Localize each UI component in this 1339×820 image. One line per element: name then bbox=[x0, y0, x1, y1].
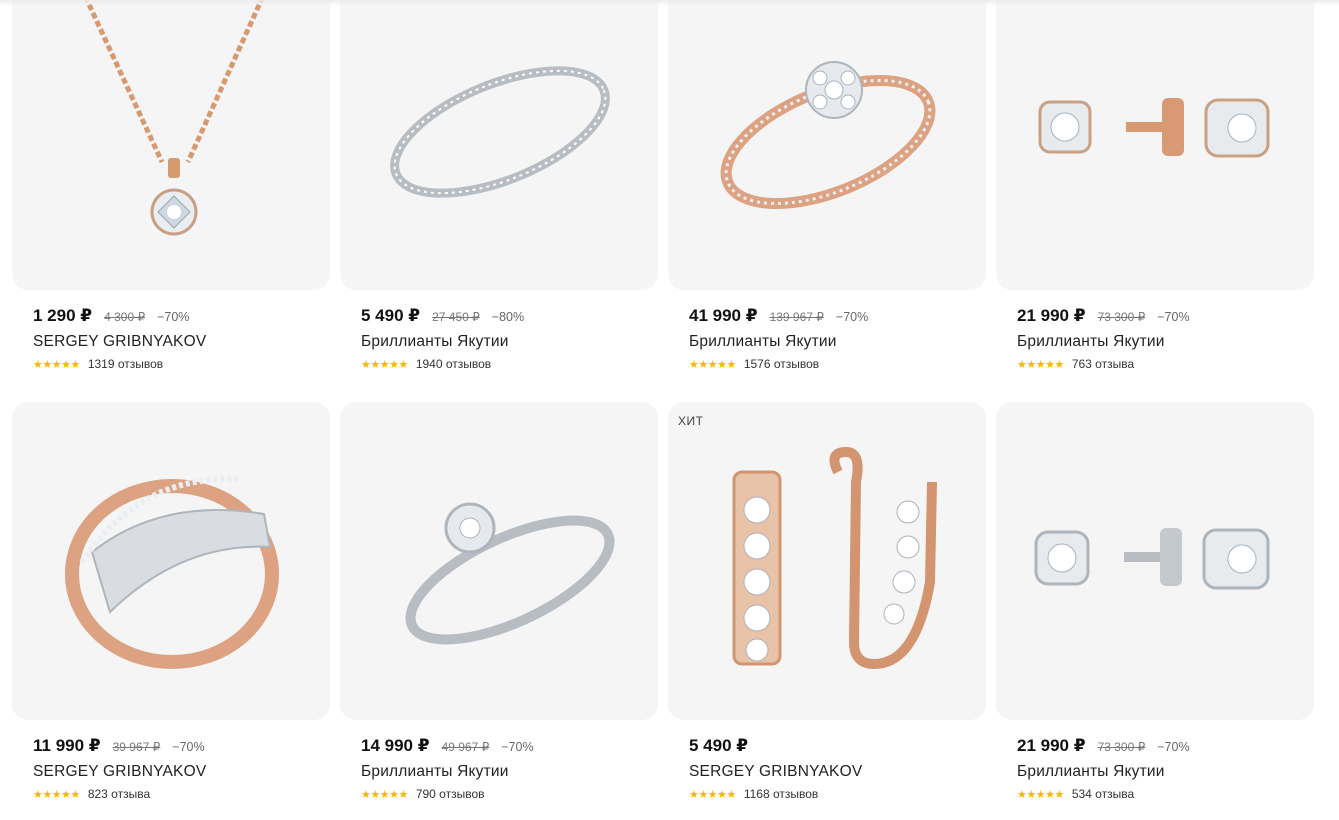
discount: −70% bbox=[1157, 310, 1190, 324]
product-card[interactable]: 21 990 ₽ 73 300 ₽ −70% Бриллианты Якутии… bbox=[996, 0, 1314, 402]
old-price: 73 300 ₽ bbox=[1097, 310, 1146, 324]
silver-stud-earrings-icon bbox=[1034, 528, 1270, 590]
product-photo[interactable]: ХИТ bbox=[668, 402, 986, 720]
price: 41 990 ₽ bbox=[689, 306, 758, 325]
review-count[interactable]: 823 отзыва bbox=[88, 787, 150, 801]
product-card[interactable]: 11 990 ₽ 39 967 ₽ −70% SERGEY GRIBNYAKOV… bbox=[12, 402, 330, 820]
price: 5 490 ₽ bbox=[689, 736, 749, 755]
brand-name[interactable]: SERGEY GRIBNYAKOV bbox=[689, 763, 986, 781]
old-price: 73 300 ₽ bbox=[1097, 740, 1146, 754]
star-rating-icon: ★★★★★ bbox=[689, 788, 736, 801]
product-photo[interactable] bbox=[12, 402, 330, 720]
brand-name[interactable]: Бриллианты Якутии bbox=[361, 763, 658, 781]
product-card[interactable]: 41 990 ₽ 139 967 ₽ −70% Бриллианты Якути… bbox=[668, 0, 986, 402]
price: 21 990 ₽ bbox=[1017, 306, 1086, 325]
discount: −80% bbox=[491, 310, 525, 324]
product-photo[interactable] bbox=[340, 402, 658, 720]
star-rating-icon: ★★★★★ bbox=[689, 358, 736, 371]
brand-name[interactable]: Бриллианты Якутии bbox=[1017, 333, 1314, 351]
product-card[interactable]: 1 290 ₽ 4 300 ₽ −70% SERGEY GRIBNYAKOV ★… bbox=[12, 0, 330, 402]
old-price: 27 450 ₽ bbox=[432, 310, 480, 324]
product-grid: 1 290 ₽ 4 300 ₽ −70% SERGEY GRIBNYAKOV ★… bbox=[12, 0, 1314, 820]
brand-name[interactable]: Бриллианты Якутии bbox=[361, 333, 658, 351]
hoop-earrings-icon bbox=[732, 446, 937, 670]
product-photo[interactable] bbox=[340, 0, 658, 290]
review-count[interactable]: 763 отзыва bbox=[1072, 357, 1134, 371]
product-photo[interactable] bbox=[996, 402, 1314, 720]
cluster-ring-icon bbox=[720, 61, 936, 210]
old-price: 4 300 ₽ bbox=[104, 310, 146, 324]
price: 21 990 ₽ bbox=[1017, 736, 1086, 755]
silver-band-ring-icon bbox=[390, 66, 610, 198]
discount: −70% bbox=[501, 740, 534, 754]
star-rating-icon: ★★★★★ bbox=[33, 358, 80, 371]
star-rating-icon: ★★★★★ bbox=[33, 788, 80, 801]
discount: −70% bbox=[157, 310, 190, 324]
header-shadow bbox=[0, 0, 1339, 6]
price: 11 990 ₽ bbox=[33, 736, 101, 755]
old-price: 39 967 ₽ bbox=[112, 740, 161, 754]
gold-stud-earrings-icon bbox=[1038, 98, 1270, 158]
product-card[interactable]: 21 990 ₽ 73 300 ₽ −70% Бриллианты Якутии… bbox=[996, 402, 1314, 820]
pendant-icon bbox=[84, 0, 265, 236]
star-rating-icon: ★★★★★ bbox=[1017, 788, 1064, 801]
old-price: 49 967 ₽ bbox=[441, 740, 490, 754]
twotone-ring-icon bbox=[65, 476, 279, 669]
product-photo[interactable] bbox=[668, 0, 986, 290]
star-rating-icon: ★★★★★ bbox=[361, 358, 408, 371]
product-card[interactable]: 14 990 ₽ 49 967 ₽ −70% Бриллианты Якутии… bbox=[340, 402, 658, 820]
star-rating-icon: ★★★★★ bbox=[361, 788, 408, 801]
product-card[interactable]: 5 490 ₽ 27 450 ₽ −80% Бриллианты Якутии … bbox=[340, 0, 658, 402]
review-count[interactable]: 1319 отзывов bbox=[88, 357, 163, 371]
review-count[interactable]: 1940 отзывов bbox=[416, 357, 491, 371]
review-count[interactable]: 1168 отзывов bbox=[744, 787, 818, 801]
discount: −70% bbox=[1157, 740, 1190, 754]
old-price: 139 967 ₽ bbox=[769, 310, 824, 324]
brand-name[interactable]: Бриллианты Якутии bbox=[1017, 763, 1314, 781]
solitaire-ring-icon bbox=[405, 502, 615, 645]
product-photo[interactable] bbox=[996, 0, 1314, 290]
product-photo[interactable] bbox=[12, 0, 330, 290]
review-count[interactable]: 1576 отзывов bbox=[744, 357, 819, 371]
review-count[interactable]: 534 отзыва bbox=[1072, 787, 1134, 801]
review-count[interactable]: 790 отзывов bbox=[416, 787, 485, 801]
price: 14 990 ₽ bbox=[361, 736, 430, 755]
discount: −70% bbox=[172, 740, 205, 754]
price: 5 490 ₽ bbox=[361, 306, 421, 325]
brand-name[interactable]: Бриллианты Якутии bbox=[689, 333, 986, 351]
product-card[interactable]: ХИТ 5 490 ₽ SERGEY GRIBNYAKOV ★★★★★ 1168… bbox=[668, 402, 986, 820]
star-rating-icon: ★★★★★ bbox=[1017, 358, 1064, 371]
price: 1 290 ₽ bbox=[33, 306, 93, 325]
brand-name[interactable]: SERGEY GRIBNYAKOV bbox=[33, 333, 330, 351]
brand-name[interactable]: SERGEY GRIBNYAKOV bbox=[33, 763, 330, 781]
discount: −70% bbox=[835, 310, 869, 324]
